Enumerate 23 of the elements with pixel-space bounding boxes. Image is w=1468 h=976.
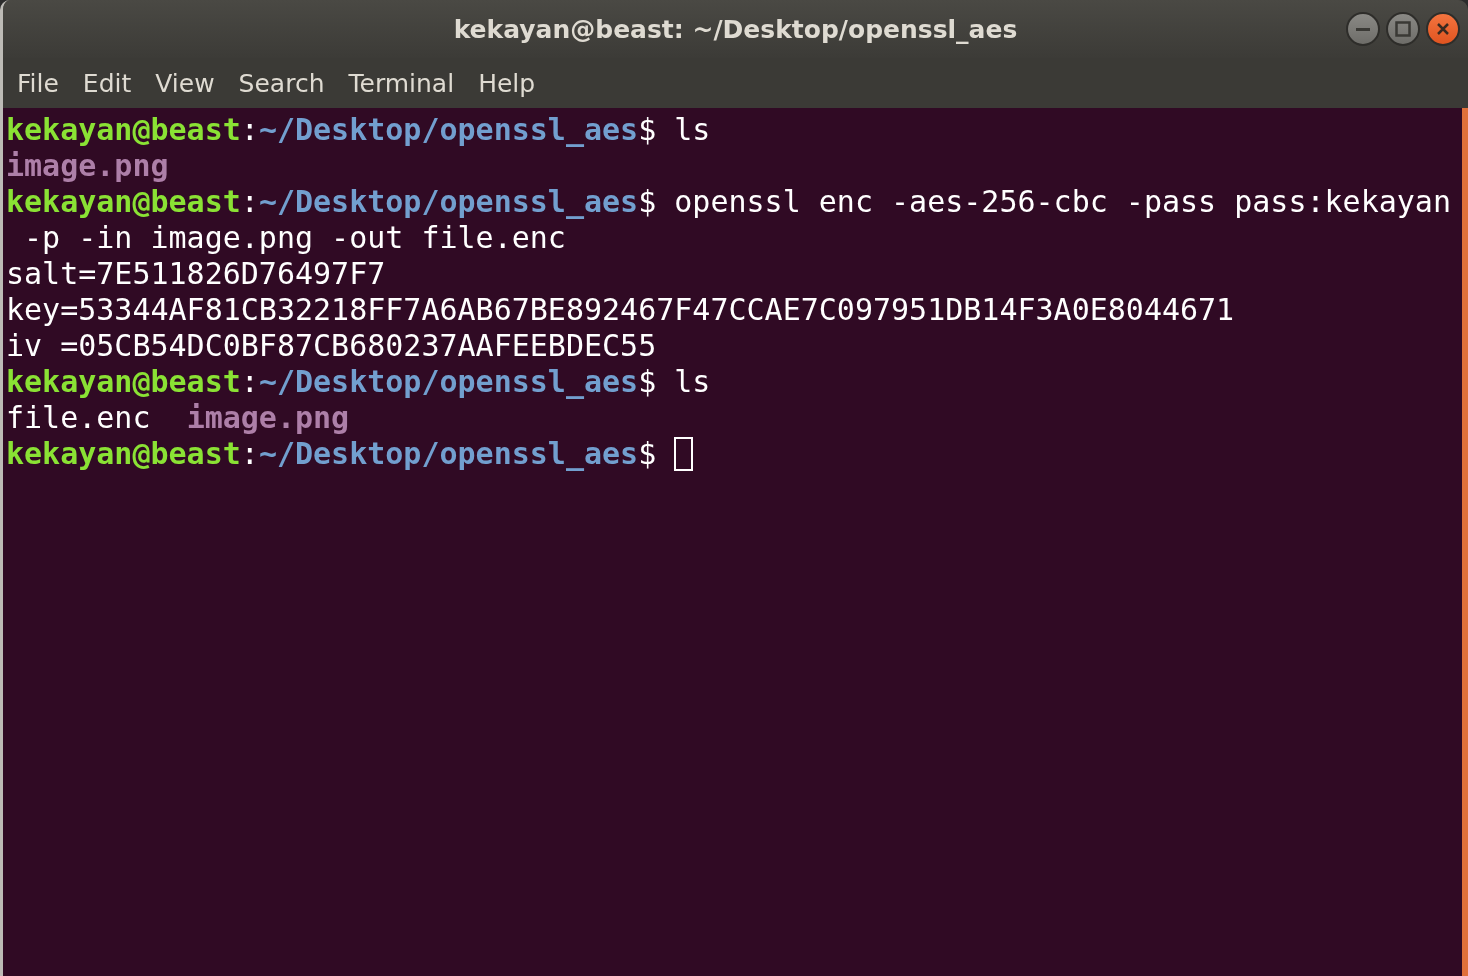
minimize-button[interactable]: [1346, 12, 1380, 46]
menu-item[interactable]: File: [17, 68, 59, 98]
menu-item[interactable]: View: [155, 68, 215, 98]
terminal-line: kekayan@beast:~/Desktop/openssl_aes$ ls: [6, 112, 711, 148]
terminal-line: file.enc image.png: [6, 400, 350, 436]
scrollbar[interactable]: [1462, 108, 1468, 976]
maximize-button[interactable]: [1386, 12, 1420, 46]
menu-item[interactable]: Help: [478, 68, 536, 98]
window-title: kekayan@beast: ~/Desktop/openssl_aes: [453, 14, 1018, 44]
terminal-line: kekayan@beast:~/Desktop/openssl_aes$ ls: [6, 364, 711, 400]
menu-item[interactable]: Edit: [82, 68, 132, 98]
menu-item[interactable]: Search: [238, 68, 325, 98]
terminal-line: -p -in image.png -out file.enc: [23, 220, 566, 256]
close-button[interactable]: [1426, 12, 1460, 46]
menu-item[interactable]: Terminal: [348, 68, 455, 98]
terminal-line: image.png: [6, 148, 169, 184]
minimize-icon: [1356, 27, 1370, 31]
maximize-icon: [1394, 20, 1412, 38]
terminal-line: kekayan@beast:~/Desktop/openssl_aes$ openssl enc -aes-256-cbc -pass pass:kekayan: [6, 184, 1451, 220]
terminal-line: iv =05CB54DC0BF87CB680237AAFEEBDEC55: [6, 328, 657, 364]
terminal-line: salt=7E511826D76497F7: [6, 256, 386, 292]
terminal-line: key=53344AF81CB32218FF7A6AB67BE892467F47CCAE7C097951DB14F3A0E8044671: [6, 292, 1235, 328]
terminal-line: kekayan@beast:~/Desktop/openssl_aes$: [6, 436, 658, 472]
